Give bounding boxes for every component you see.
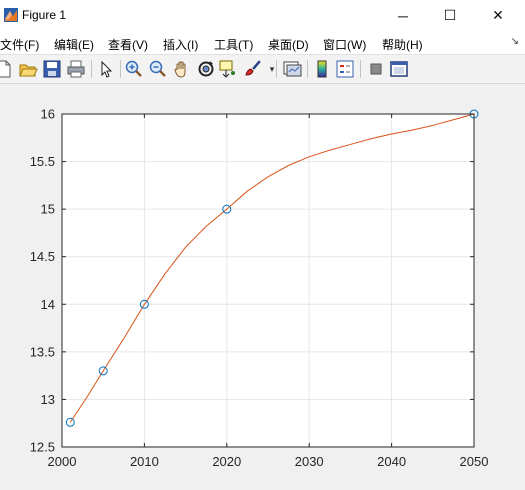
- menu-bar: 文件(F) 编辑(E) 查看(V) 插入(I) 工具(T) 桌面(D) 窗口(W…: [0, 31, 525, 55]
- menu-file[interactable]: 文件(F): [0, 36, 39, 53]
- toolbar-separator: [120, 60, 121, 78]
- legend-icon[interactable]: [335, 59, 355, 79]
- y-tick-labels: 12.5 13 13.5 14 14.5 15 15.5 16: [30, 107, 55, 455]
- menu-help[interactable]: 帮助(H): [382, 36, 423, 53]
- y-tick-label: 12.5: [30, 440, 55, 455]
- toolbar-separator: [276, 60, 277, 78]
- menu-edit[interactable]: 编辑(E): [54, 36, 94, 53]
- new-figure-icon[interactable]: [0, 59, 14, 79]
- show-plot-tools-icon[interactable]: [389, 59, 409, 79]
- y-tick-label: 14.5: [30, 249, 55, 264]
- x-tick-label: 2010: [130, 454, 159, 469]
- toolbar-separator: [307, 60, 308, 78]
- minimize-button[interactable]: ─: [380, 0, 426, 31]
- y-tick-label: 15: [41, 202, 55, 217]
- link-plot-icon[interactable]: [282, 59, 302, 79]
- toolbar-separator: [91, 60, 92, 78]
- rotate-3d-icon[interactable]: [196, 59, 216, 79]
- x-tick-labels: 2000 2010 2020 2030 2040 2050: [48, 454, 489, 469]
- matlab-logo-icon: [4, 8, 18, 22]
- zoom-out-icon[interactable]: [148, 59, 168, 79]
- x-tick-label: 2040: [377, 454, 406, 469]
- menu-desktop[interactable]: 桌面(D): [268, 36, 309, 53]
- brush-dropdown-icon[interactable]: ▾: [262, 59, 282, 79]
- x-tick-label: 2000: [48, 454, 77, 469]
- close-button[interactable]: ✕: [475, 0, 521, 31]
- menu-view[interactable]: 查看(V): [108, 36, 148, 53]
- figure-toolbar: ▾: [0, 55, 525, 84]
- window-title-bar: Figure 1 ─ ☐ ✕: [0, 0, 525, 31]
- window-title: Figure 1: [22, 8, 67, 22]
- menu-overflow-icon[interactable]: ↘: [511, 36, 519, 47]
- figure-canvas: 2000 2010 2020 2030 2040 2050 12.5 13 13.5 14 14.…: [0, 84, 525, 485]
- menu-insert[interactable]: 插入(I): [163, 36, 198, 53]
- y-tick-label: 13: [41, 392, 55, 407]
- menu-tools[interactable]: 工具(T): [214, 36, 253, 53]
- print-icon[interactable]: [66, 59, 86, 79]
- x-tick-label: 2050: [460, 454, 489, 469]
- x-tick-label: 2030: [295, 454, 324, 469]
- zoom-in-icon[interactable]: [124, 59, 144, 79]
- select-arrow-icon[interactable]: [96, 59, 116, 79]
- axes-box: [62, 114, 474, 447]
- toolbar-separator: [360, 60, 361, 78]
- open-file-icon[interactable]: [18, 59, 38, 79]
- y-tick-label: 15.5: [30, 154, 55, 169]
- x-tick-label: 2020: [212, 454, 241, 469]
- save-icon[interactable]: [42, 59, 62, 79]
- axes-plot[interactable]: 2000 2010 2020 2030 2040 2050 12.5 13 13.5 14 14.…: [0, 84, 525, 485]
- colorbar-icon[interactable]: [312, 59, 332, 79]
- data-cursor-icon[interactable]: [218, 59, 238, 79]
- brush-icon[interactable]: [242, 59, 262, 79]
- y-tick-label: 14: [41, 297, 55, 312]
- pan-hand-icon[interactable]: [172, 59, 192, 79]
- y-tick-label: 16: [41, 107, 55, 122]
- hide-plot-tools-icon[interactable]: [366, 59, 386, 79]
- maximize-button[interactable]: ☐: [427, 0, 473, 31]
- y-tick-label: 13.5: [30, 344, 55, 359]
- menu-window[interactable]: 窗口(W): [323, 36, 366, 53]
